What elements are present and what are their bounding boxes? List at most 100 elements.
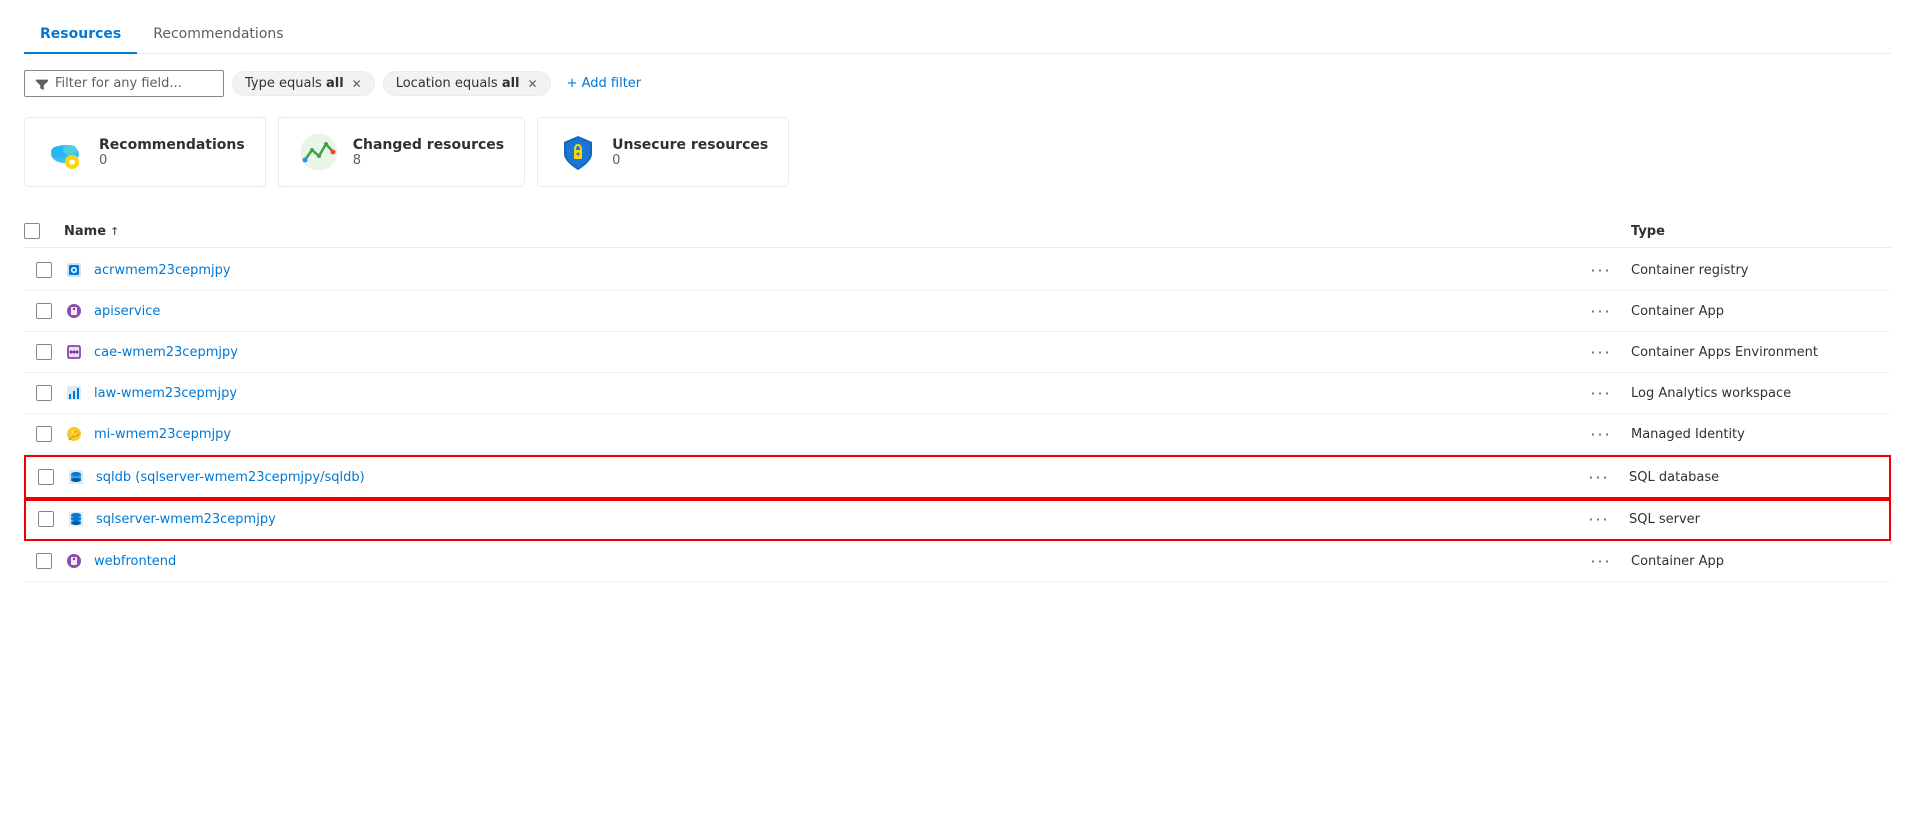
row-name-col: acrwmem23cepmjpy — [64, 260, 1571, 280]
row-actions-col: ··· — [1571, 384, 1631, 403]
row-actions-col: ··· — [1569, 468, 1629, 487]
row-name-col: cae-wmem23cepmjpy — [64, 342, 1571, 362]
row-actions-col: ··· — [1571, 425, 1631, 444]
select-all-checkbox[interactable] — [24, 223, 40, 239]
row-checkbox[interactable] — [38, 511, 54, 527]
container-app-icon-2 — [64, 551, 84, 571]
resource-link[interactable]: sqldb (sqlserver-wmem23cepmjpy/sqldb) — [96, 470, 365, 485]
svg-text:🔑: 🔑 — [68, 428, 81, 441]
row-checkbox-col — [24, 385, 64, 401]
row-checkbox[interactable] — [36, 344, 52, 360]
add-filter-label: + Add filter — [567, 76, 642, 91]
table-row-highlighted: sqlserver-wmem23cepmjpy ··· SQL server — [24, 499, 1891, 541]
row-checkbox[interactable] — [36, 303, 52, 319]
row-checkbox[interactable] — [36, 262, 52, 278]
row-actions-col: ··· — [1571, 343, 1631, 362]
table-row-highlighted: sqldb (sqlserver-wmem23cepmjpy/sqldb) ··… — [24, 455, 1891, 499]
resource-link[interactable]: cae-wmem23cepmjpy — [94, 345, 238, 360]
recommendations-card-count: 0 — [99, 153, 245, 168]
tab-recommendations[interactable]: Recommendations — [137, 16, 299, 54]
row-checkbox-col — [24, 344, 64, 360]
row-more-button[interactable]: ··· — [1590, 261, 1611, 280]
recommendations-card-title: Recommendations — [99, 137, 245, 153]
sort-arrow-icon: ↑ — [110, 225, 119, 238]
recommendations-icon-svg — [45, 132, 85, 172]
filter-chip-type[interactable]: Type equals all ✕ — [232, 71, 375, 96]
row-more-button[interactable]: ··· — [1590, 552, 1611, 571]
row-type-col: Container App — [1631, 304, 1891, 319]
filter-input[interactable]: Filter for any field... — [24, 70, 224, 97]
recommendations-card[interactable]: Recommendations 0 — [24, 117, 266, 187]
row-type-col: Container Apps Environment — [1631, 345, 1891, 360]
resource-link[interactable]: webfrontend — [94, 554, 176, 569]
filter-chip-type-label: Type equals all — [245, 76, 344, 91]
changed-resources-card-count: 8 — [353, 153, 504, 168]
changed-resources-card-title: Changed resources — [353, 137, 504, 153]
table-row: acrwmem23cepmjpy ··· Container registry — [24, 250, 1891, 291]
row-type-col: SQL server — [1629, 512, 1889, 527]
table-row: cae-wmem23cepmjpy ··· Container Apps Env… — [24, 332, 1891, 373]
table-header: Name ↑ Type — [24, 215, 1891, 248]
unsecure-resources-card-count: 0 — [612, 153, 768, 168]
row-checkbox[interactable] — [36, 426, 52, 442]
row-more-button[interactable]: ··· — [1588, 510, 1609, 529]
row-type-col: Managed Identity — [1631, 427, 1891, 442]
row-more-button[interactable]: ··· — [1590, 384, 1611, 403]
tab-resources[interactable]: Resources — [24, 16, 137, 54]
table-row: law-wmem23cepmjpy ··· Log Analytics work… — [24, 373, 1891, 414]
row-checkbox[interactable] — [36, 553, 52, 569]
row-checkbox-col — [24, 553, 64, 569]
row-checkbox-col — [26, 469, 66, 485]
unsecure-icon-svg — [558, 132, 598, 172]
filter-icon — [35, 77, 49, 91]
resource-link[interactable]: acrwmem23cepmjpy — [94, 263, 231, 278]
filter-chip-location-close[interactable]: ✕ — [528, 77, 538, 91]
row-actions-col: ··· — [1571, 261, 1631, 280]
row-more-button[interactable]: ··· — [1588, 468, 1609, 487]
filter-chip-location[interactable]: Location equals all ✕ — [383, 71, 551, 96]
row-name-col: sqldb (sqlserver-wmem23cepmjpy/sqldb) — [66, 467, 1569, 487]
row-type-col: Log Analytics workspace — [1631, 386, 1891, 401]
row-more-button[interactable]: ··· — [1590, 425, 1611, 444]
row-type-col: Container registry — [1631, 263, 1891, 278]
changed-icon-svg — [299, 132, 339, 172]
resource-link[interactable]: apiservice — [94, 304, 160, 319]
filter-placeholder: Filter for any field... — [55, 76, 182, 91]
header-checkbox-col — [24, 223, 64, 239]
sql-server-icon — [66, 509, 86, 529]
row-checkbox[interactable] — [38, 469, 54, 485]
row-checkbox[interactable] — [36, 385, 52, 401]
row-more-button[interactable]: ··· — [1590, 302, 1611, 321]
add-filter-button[interactable]: + Add filter — [559, 72, 650, 95]
row-type-col: Container App — [1631, 554, 1891, 569]
column-type-label: Type — [1631, 224, 1665, 239]
changed-resources-card[interactable]: Changed resources 8 — [278, 117, 525, 187]
filter-chip-type-close[interactable]: ✕ — [352, 77, 362, 91]
unsecure-resources-card-title: Unsecure resources — [612, 137, 768, 153]
recommendations-card-icon — [45, 132, 85, 172]
row-name-col: 🔑 mi-wmem23cepmjpy — [64, 424, 1571, 444]
row-checkbox-col — [24, 262, 64, 278]
row-name-col: webfrontend — [64, 551, 1571, 571]
container-app-icon — [64, 301, 84, 321]
container-apps-env-icon — [64, 342, 84, 362]
row-actions-col: ··· — [1571, 552, 1631, 571]
row-more-button[interactable]: ··· — [1590, 343, 1611, 362]
sql-db-icon — [66, 467, 86, 487]
changed-resources-card-icon — [299, 132, 339, 172]
resource-link[interactable]: law-wmem23cepmjpy — [94, 386, 237, 401]
unsecure-resources-card[interactable]: Unsecure resources 0 — [537, 117, 789, 187]
tab-bar: Resources Recommendations — [24, 16, 1891, 54]
resource-link[interactable]: sqlserver-wmem23cepmjpy — [96, 512, 276, 527]
table-row: webfrontend ··· Container App — [24, 541, 1891, 582]
column-type-header[interactable]: Type — [1631, 224, 1891, 239]
unsecure-resources-card-text: Unsecure resources 0 — [612, 137, 768, 168]
row-checkbox-col — [24, 426, 64, 442]
column-name-header[interactable]: Name ↑ — [64, 224, 1571, 239]
unsecure-resources-card-icon — [558, 132, 598, 172]
table-row: 🔑 mi-wmem23cepmjpy ··· Managed Identity — [24, 414, 1891, 455]
recommendations-card-text: Recommendations 0 — [99, 137, 245, 168]
log-analytics-icon — [64, 383, 84, 403]
resource-link[interactable]: mi-wmem23cepmjpy — [94, 427, 231, 442]
changed-resources-card-text: Changed resources 8 — [353, 137, 504, 168]
